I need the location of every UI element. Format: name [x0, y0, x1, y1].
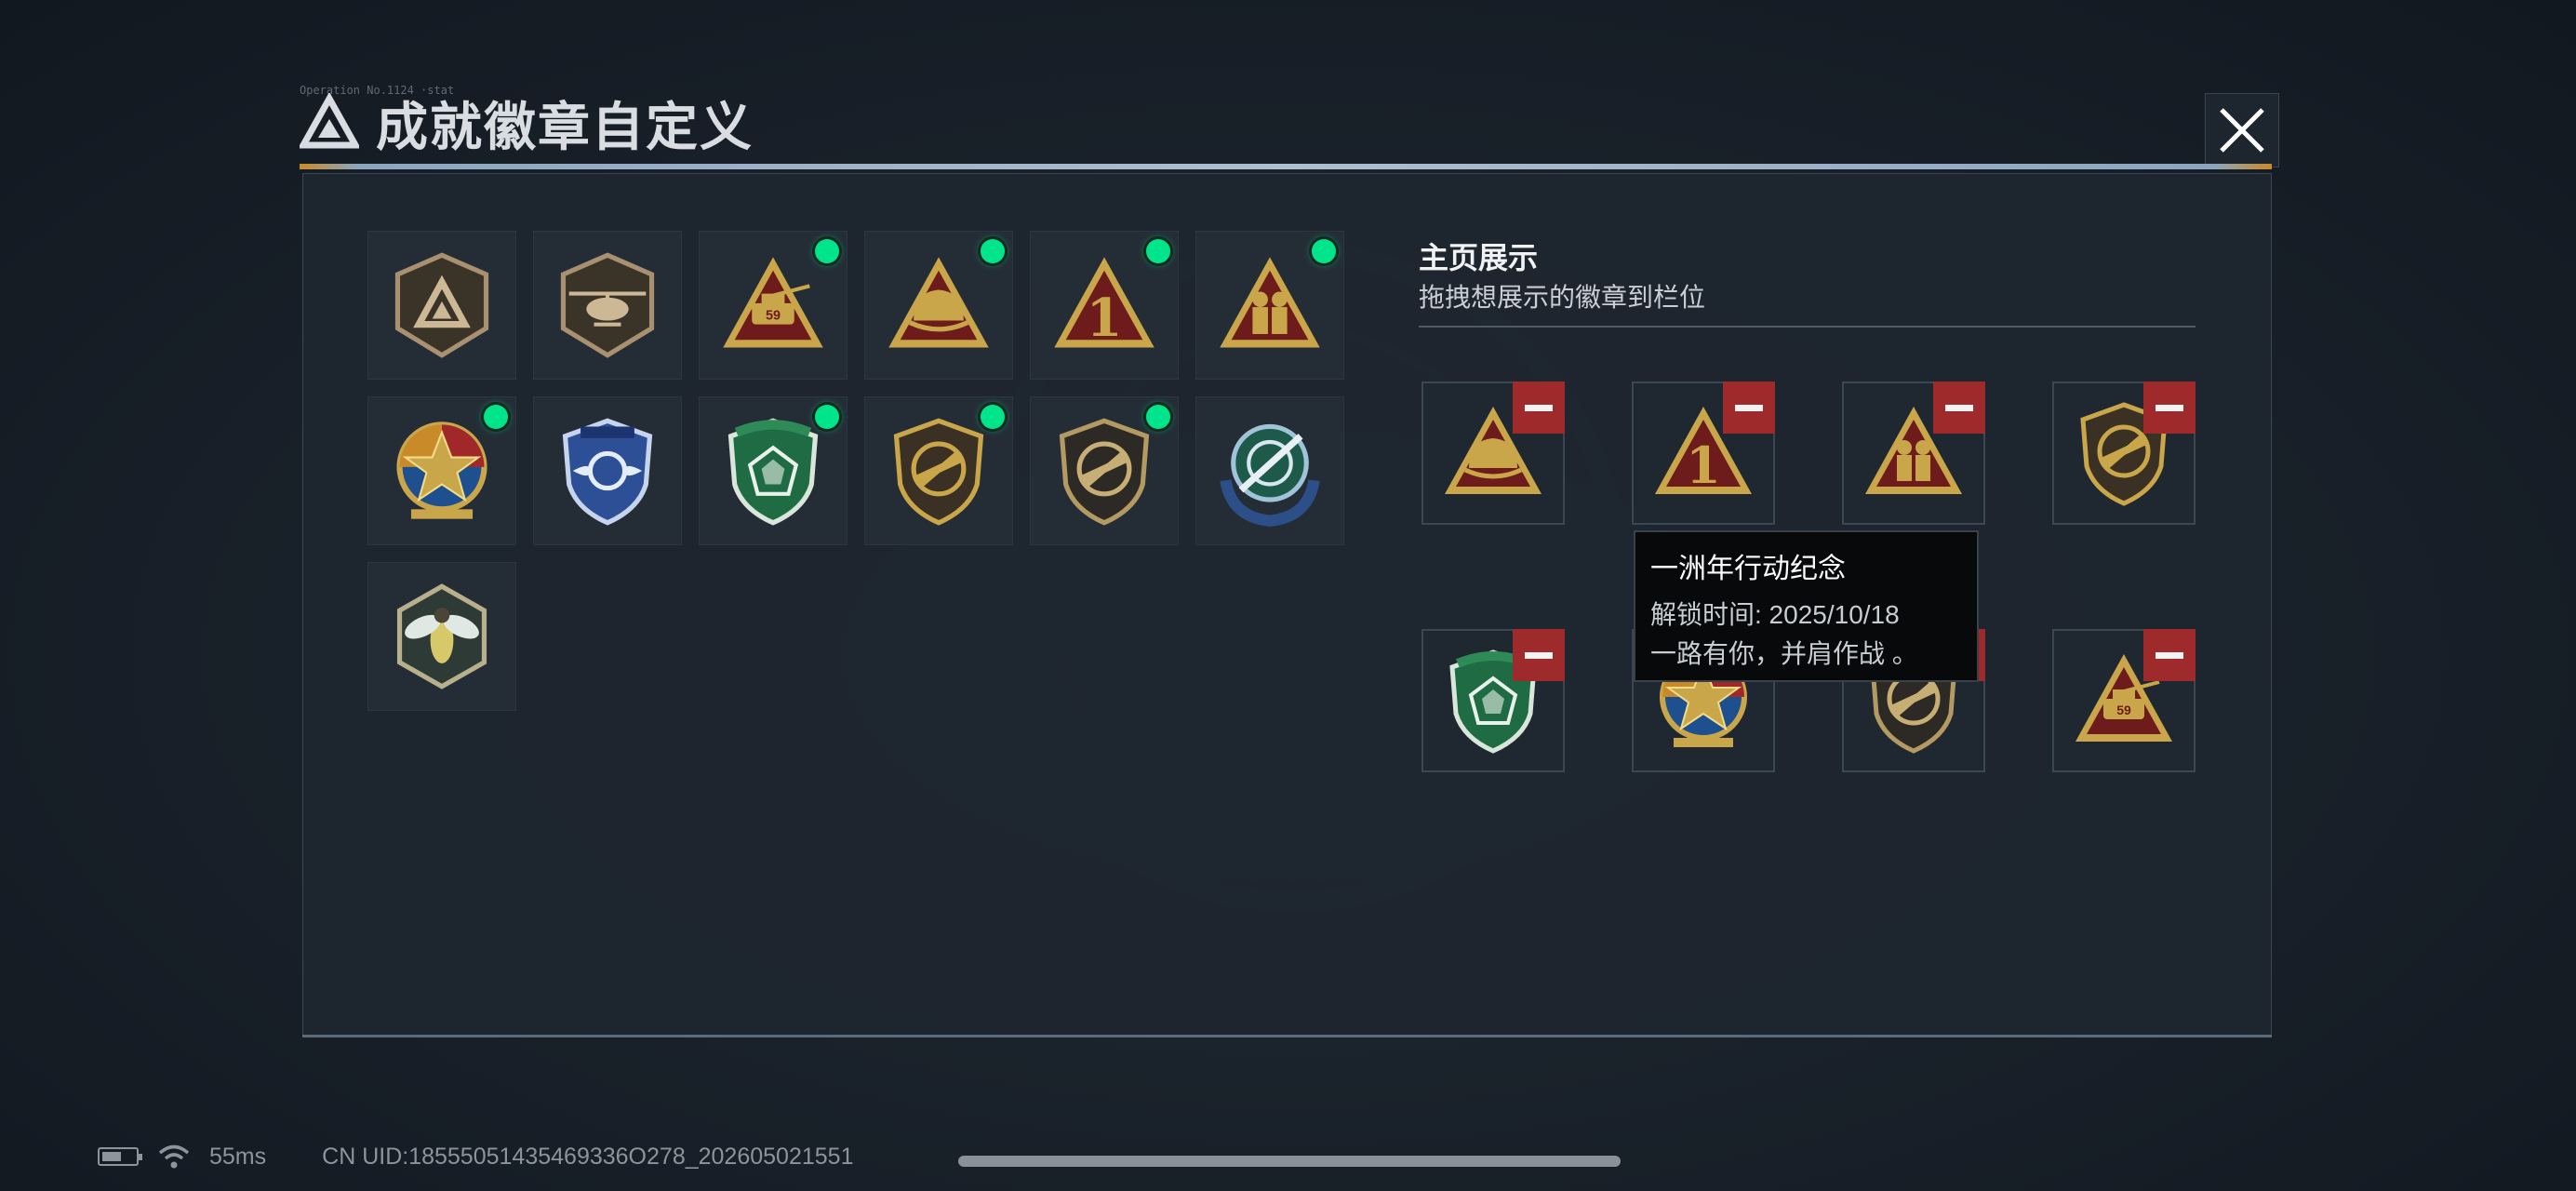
- badge-slot-3[interactable]: 59: [699, 231, 848, 380]
- green-gem-shield-badge-icon: [727, 418, 819, 526]
- minus-icon: [2156, 404, 2183, 411]
- close-button[interactable]: [2205, 93, 2279, 167]
- equipped-indicator-dot: [815, 405, 839, 429]
- badge-slot-7[interactable]: [367, 396, 516, 545]
- badge-slot-6[interactable]: [1195, 231, 1344, 380]
- display-section-title: 主页展示: [1419, 241, 1539, 274]
- remove-badge-button[interactable]: [2143, 629, 2196, 681]
- blue-target-wreath-badge-icon: [1220, 423, 1320, 527]
- badge-collection-grid: 59 1: [367, 231, 1344, 711]
- header-accent-line: [300, 164, 2272, 169]
- status-bar: 55ms CN UID:18555051435469336O278_202605…: [98, 1143, 853, 1171]
- badge-slot-11[interactable]: [1030, 396, 1179, 545]
- minus-icon: [2156, 651, 2183, 659]
- minus-icon: [1945, 404, 1973, 411]
- helicopter-shield-badge-icon: [560, 252, 655, 358]
- equipped-indicator-dot: [484, 405, 508, 429]
- delta-logo-icon: [300, 93, 359, 149]
- close-icon: [2220, 108, 2264, 153]
- badge-slot-1[interactable]: [367, 231, 516, 380]
- badge-slot-8[interactable]: [533, 396, 682, 545]
- display-section-divider: [1419, 326, 2196, 328]
- remove-badge-button[interactable]: [1513, 629, 1565, 681]
- display-section-subtitle: 拖拽想展示的徽章到栏位: [1419, 283, 1706, 312]
- tooltip-unlock-time: 解锁时间: 2025/10/18: [1650, 600, 1900, 629]
- minus-icon: [1735, 404, 1763, 411]
- remove-badge-button[interactable]: [1513, 381, 1565, 434]
- svg-text:59: 59: [766, 309, 781, 324]
- rifle-shield-badge-icon: [893, 418, 984, 526]
- svg-text:1: 1: [1686, 435, 1721, 495]
- panel-bottom-line: [302, 1035, 2272, 1037]
- equipped-indicator-dot: [1146, 239, 1170, 263]
- display-slot-8[interactable]: 59: [2052, 629, 2196, 772]
- equipped-indicator-dot: [1312, 239, 1336, 263]
- number-one-triangle-badge-icon: 1: [1054, 257, 1155, 349]
- badge-tooltip: 一洲年行动纪念 解锁时间: 2025/10/18 一路有你，并肩作战 。: [1634, 530, 1979, 682]
- soldiers-triangle-badge-icon: [1220, 257, 1320, 348]
- home-indicator[interactable]: [958, 1156, 1621, 1167]
- equipped-indicator-dot: [815, 239, 839, 263]
- wifi-icon: [158, 1144, 190, 1169]
- star-medal-badge-icon: [396, 422, 487, 519]
- display-slot-5[interactable]: [1421, 629, 1565, 772]
- wasp-hexagon-badge-icon: [396, 583, 487, 689]
- delta-shield-badge-icon: [394, 252, 489, 358]
- remove-badge-button[interactable]: [2143, 381, 2196, 434]
- display-slot-3[interactable]: [1842, 381, 1985, 525]
- badge-slot-12[interactable]: [1195, 396, 1344, 545]
- display-slot-1[interactable]: [1421, 381, 1565, 525]
- badge-slot-2[interactable]: [533, 231, 682, 380]
- header: 成就徽章自定义: [300, 86, 754, 160]
- display-slot-4[interactable]: [2052, 381, 2196, 525]
- minus-icon: [1525, 404, 1553, 411]
- equipped-indicator-dot: [981, 405, 1005, 429]
- rifle-shield-dark-badge-icon: [1059, 418, 1150, 526]
- svg-text:59: 59: [2116, 703, 2131, 717]
- badge-slot-10[interactable]: [864, 396, 1013, 545]
- badge-slot-4[interactable]: [864, 231, 1013, 380]
- badge-slot-13[interactable]: [367, 562, 516, 711]
- display-slot-2[interactable]: 1: [1632, 381, 1775, 525]
- tank-59-triangle-badge-icon: 59: [723, 257, 823, 348]
- equipped-indicator-dot: [1146, 405, 1170, 429]
- tooltip-title: 一洲年行动纪念: [1650, 554, 1846, 584]
- remove-badge-button[interactable]: [1723, 381, 1775, 434]
- svg-text:1: 1: [1087, 288, 1123, 349]
- badge-slot-5[interactable]: 1: [1030, 231, 1179, 380]
- remove-badge-button[interactable]: [1933, 381, 1985, 434]
- helmet-triangle-badge-icon: [888, 257, 989, 348]
- tooltip-description: 一路有你，并肩作战 。: [1650, 639, 1918, 668]
- ping-value: 55ms: [209, 1143, 267, 1170]
- equipped-indicator-dot: [981, 239, 1005, 263]
- page-title: 成就徽章自定义: [376, 97, 754, 156]
- minus-icon: [1525, 651, 1553, 659]
- badge-slot-9[interactable]: [699, 396, 848, 545]
- battery-icon: [98, 1147, 142, 1166]
- player-uid: CN UID:18555051435469336O278_20260502155…: [322, 1143, 854, 1170]
- blue-wings-shield-badge-icon: [562, 418, 653, 526]
